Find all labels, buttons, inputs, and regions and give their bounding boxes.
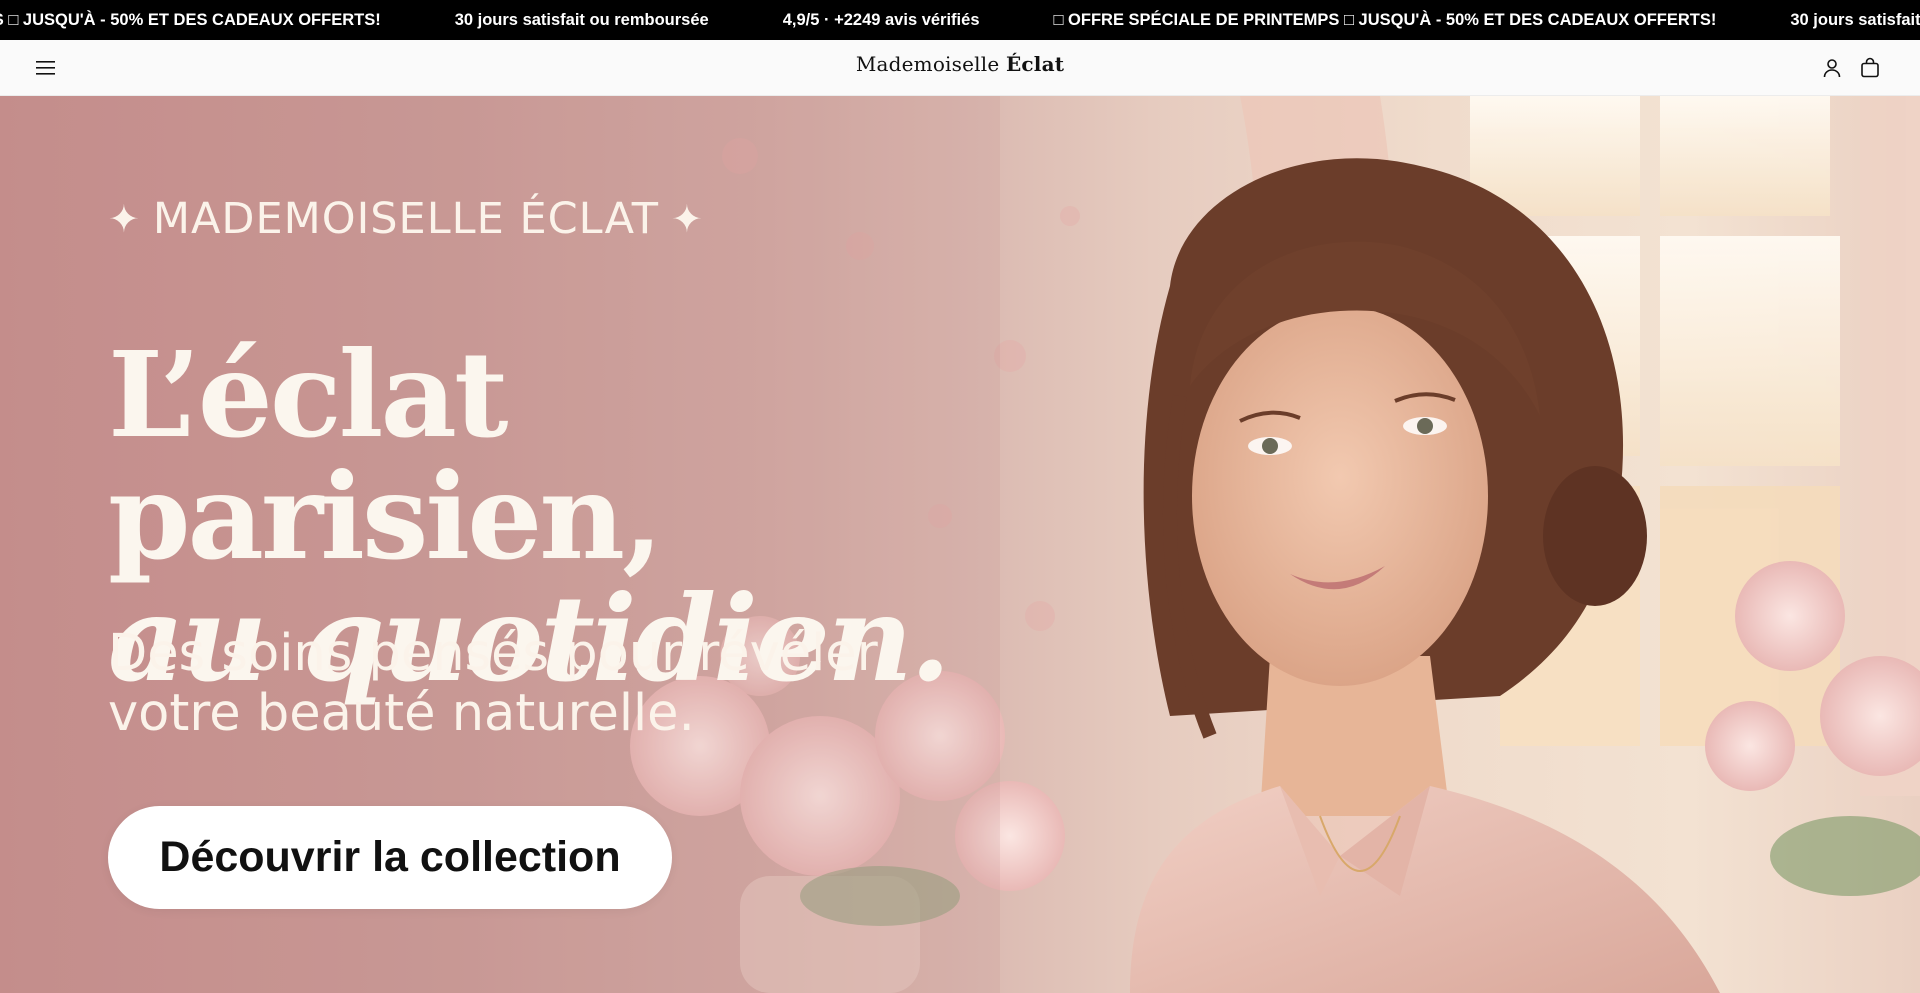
hero-banner: ✦ MADEMOISELLE ÉCLAT ✦ L’éclat parisien,… xyxy=(0,96,1920,993)
hero-subtitle: Des soins pensés pour révéler votre beau… xyxy=(108,624,928,744)
user-icon xyxy=(1823,59,1841,78)
logo-text-bold: Éclat xyxy=(1005,52,1065,76)
announcement-item: 4,9/5 · +2249 avis vérifiés xyxy=(782,10,980,29)
sparkle-icon: ✦ xyxy=(670,197,704,241)
announcement-item: 30 jours satisfait ou xyxy=(1790,10,1920,29)
announcement-item: 30 jours satisfait ou remboursée xyxy=(454,10,709,29)
hero-content: ✦ MADEMOISELLE ÉCLAT ✦ L’éclat parisien,… xyxy=(108,96,1008,993)
announcement-item: □ OFFRE SPÉCIALE DE PRINTEMPS □ JUSQU'À … xyxy=(1053,10,1717,29)
announcement-item: EMPS □ JUSQU'À - 50% ET DES CADEAUX OFFE… xyxy=(0,10,381,29)
subtitle-line-2: votre beauté naturelle. xyxy=(108,684,695,743)
eyebrow-text: MADEMOISELLE ÉCLAT xyxy=(152,194,659,244)
sparkle-icon: ✦ xyxy=(108,197,141,241)
announcement-marquee: EMPS □ JUSQU'À - 50% ET DES CADEAUX OFFE… xyxy=(0,0,1920,40)
logo-text: Mademoiselle xyxy=(855,52,1006,76)
announcement-bar: EMPS □ JUSQU'À - 50% ET DES CADEAUX OFFE… xyxy=(0,0,1920,40)
site-header: Mademoiselle Éclat xyxy=(0,40,1920,96)
subtitle-line-1: Des soins pensés pour révéler xyxy=(108,624,878,683)
shopping-bag-icon xyxy=(1861,57,1879,78)
hero-eyebrow: ✦ MADEMOISELLE ÉCLAT ✦ xyxy=(108,194,704,244)
account-button[interactable] xyxy=(1820,56,1844,80)
site-logo[interactable]: Mademoiselle Éclat xyxy=(0,52,1920,76)
discover-collection-button[interactable]: Découvrir la collection xyxy=(108,806,672,909)
headline-line-1: L’éclat parisien, xyxy=(108,325,663,586)
cart-button[interactable] xyxy=(1858,56,1882,80)
